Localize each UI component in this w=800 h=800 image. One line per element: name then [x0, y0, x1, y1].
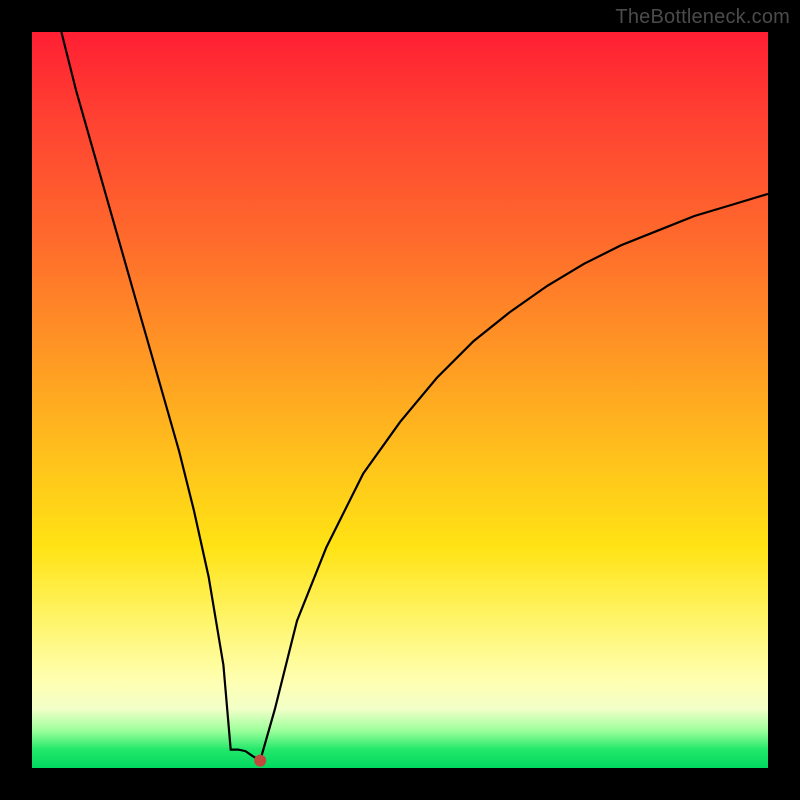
chart-frame: TheBottleneck.com — [0, 0, 800, 800]
plot-area — [32, 32, 768, 768]
bottleneck-curve — [32, 32, 768, 768]
watermark-text: TheBottleneck.com — [615, 6, 790, 29]
minimum-marker — [254, 755, 266, 767]
curve-line — [61, 32, 768, 761]
